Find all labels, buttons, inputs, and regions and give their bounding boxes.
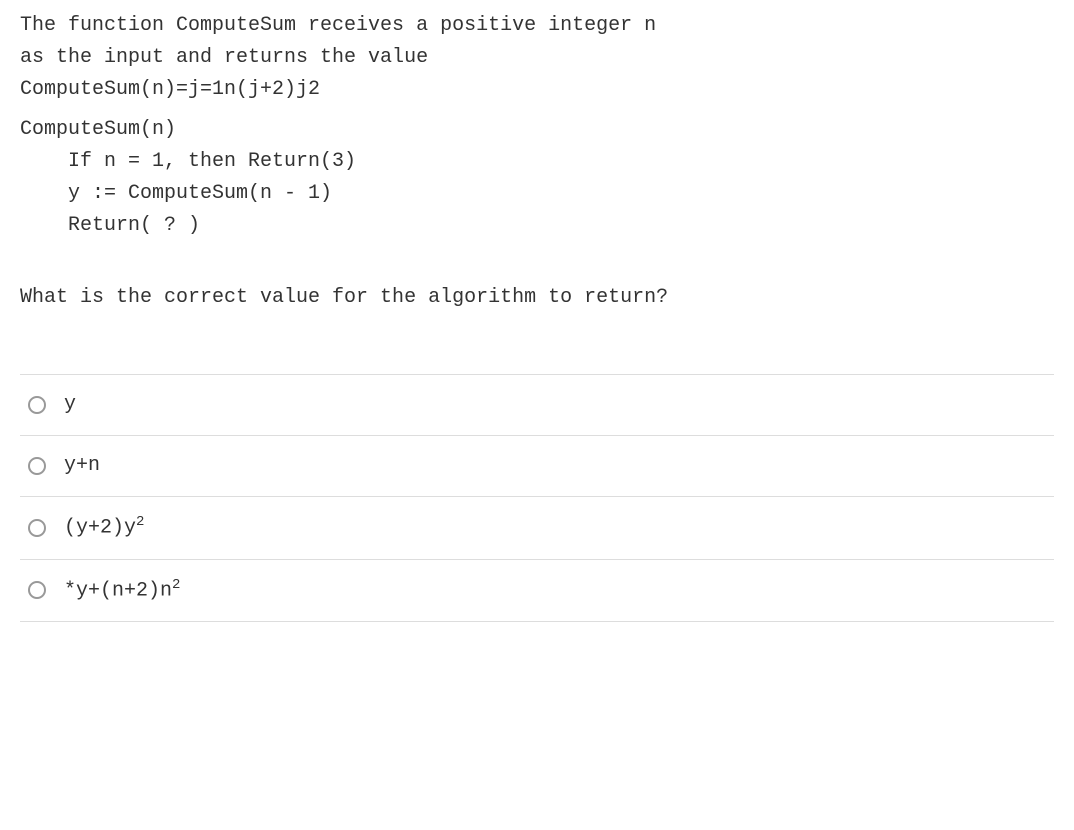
option-label-c: (y+2)y2	[64, 511, 144, 545]
radio-icon[interactable]	[28, 581, 46, 599]
algo-line3: Return( ? )	[20, 210, 1054, 242]
algorithm-block: ComputeSum(n) If n = 1, then Return(3) y…	[20, 114, 1054, 242]
option-label-b: y+n	[64, 450, 100, 482]
option-d[interactable]: *y+(n+2)n2	[20, 560, 1054, 623]
question-intro-line1: The function ComputeSum receives a posit…	[20, 10, 1054, 42]
option-a[interactable]: y	[20, 375, 1054, 436]
radio-icon[interactable]	[28, 519, 46, 537]
option-c-sup: 2	[136, 514, 144, 530]
option-d-pre: *y+(n+2)n	[64, 579, 172, 602]
options-list: y y+n (y+2)y2 *y+(n+2)n2	[20, 374, 1054, 622]
radio-icon[interactable]	[28, 457, 46, 475]
algo-header: ComputeSum(n)	[20, 114, 1054, 146]
option-d-sup: 2	[172, 577, 180, 593]
radio-icon[interactable]	[28, 396, 46, 414]
option-label-a: y	[64, 389, 76, 421]
question-intro-line2: as the input and returns the value	[20, 42, 1054, 74]
option-label-d: *y+(n+2)n2	[64, 574, 180, 608]
option-c-pre: (y+2)y	[64, 517, 136, 540]
algo-line2: y := ComputeSum(n - 1)	[20, 178, 1054, 210]
question-block: The function ComputeSum receives a posit…	[20, 10, 1054, 106]
algo-line1: If n = 1, then Return(3)	[20, 146, 1054, 178]
question-formula: ComputeSum(n)=j=1n(j+2)j2	[20, 74, 1054, 106]
option-b[interactable]: y+n	[20, 436, 1054, 497]
option-c[interactable]: (y+2)y2	[20, 497, 1054, 560]
prompt-text: What is the correct value for the algori…	[20, 282, 1054, 314]
